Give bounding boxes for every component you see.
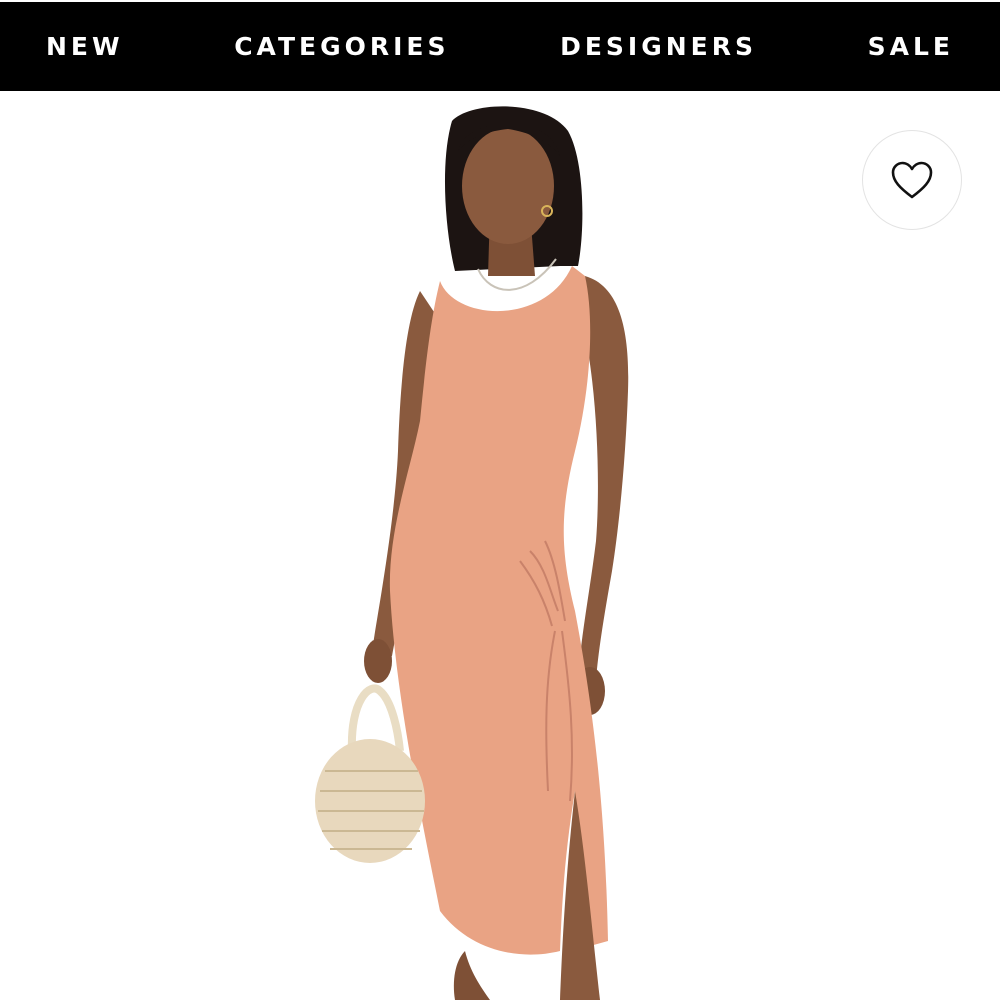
nav-item-categories[interactable]: CATEGORIES (234, 32, 449, 61)
nav-item-designers[interactable]: DESIGNERS (560, 32, 757, 61)
nav-item-new[interactable]: NEW (46, 32, 124, 61)
heart-outline-icon (891, 161, 933, 199)
product-page: NEW CATEGORIES DESIGNERS SALE (0, 0, 1000, 1000)
product-image[interactable] (0, 91, 1000, 1000)
model-photo (315, 106, 629, 1000)
wishlist-button[interactable] (862, 130, 962, 230)
nav-item-sale[interactable]: SALE (868, 32, 954, 61)
top-navigation-bar: NEW CATEGORIES DESIGNERS SALE (0, 2, 1000, 91)
